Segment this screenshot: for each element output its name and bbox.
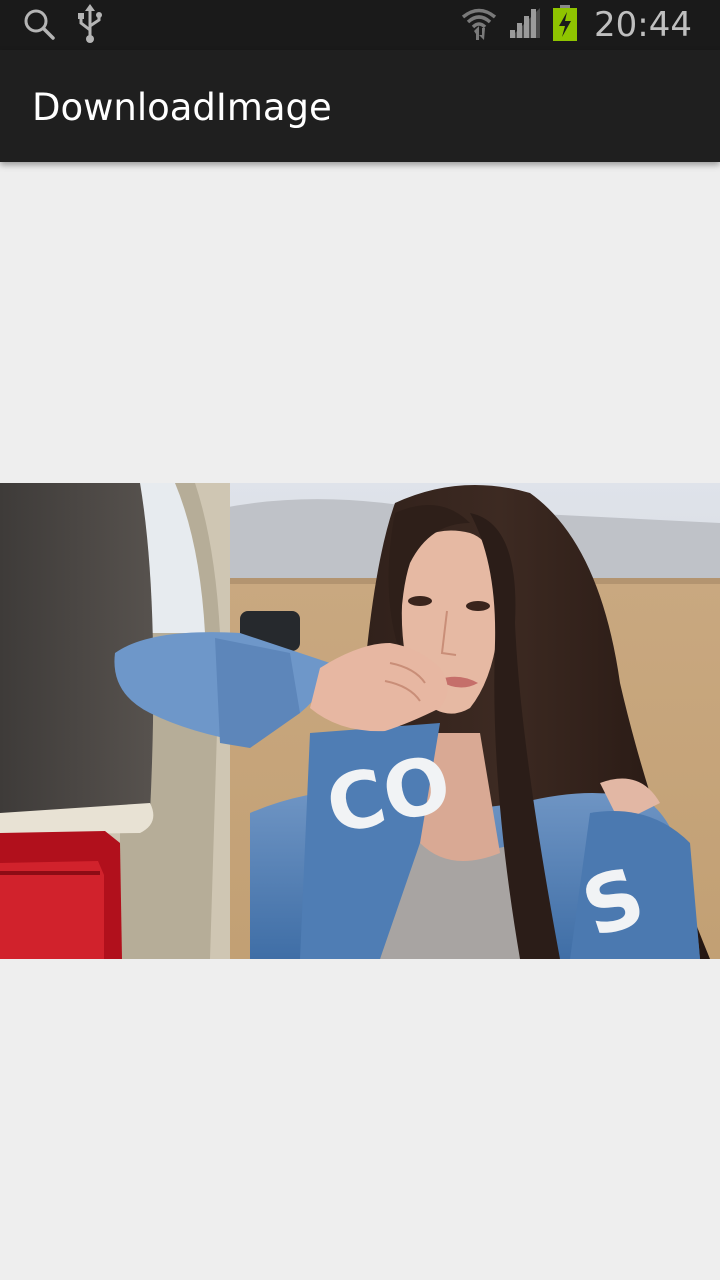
status-time: 20:44 [594, 5, 692, 45]
content-area: CO S [0, 162, 720, 1280]
notification-icons [22, 4, 104, 48]
app-title: DownloadImage [32, 86, 332, 129]
system-icons: 20:44 [460, 4, 692, 46]
battery-charging-icon [552, 5, 578, 45]
wifi-icon [460, 4, 498, 46]
screen: 20:44 DownloadImage CO S [0, 0, 720, 1280]
usb-icon [76, 4, 104, 48]
action-bar: DownloadImage [0, 50, 720, 162]
search-icon [22, 7, 56, 45]
signal-icon [508, 6, 542, 44]
status-bar: 20:44 [0, 0, 720, 50]
downloaded-photo: CO S [0, 483, 720, 959]
